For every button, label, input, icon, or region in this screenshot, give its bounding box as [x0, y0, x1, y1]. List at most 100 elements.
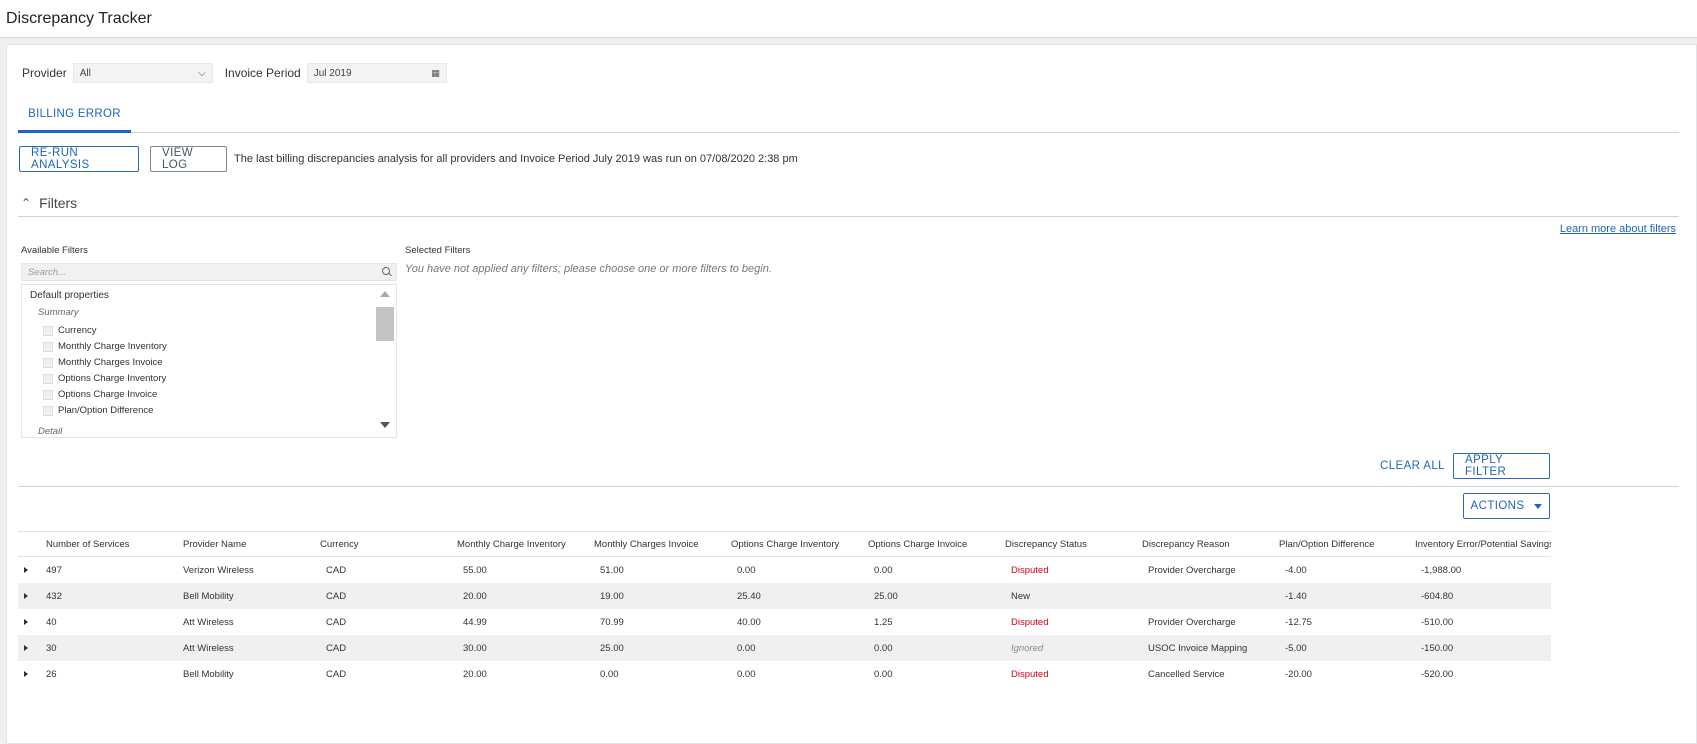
scroll-down-arrow-icon[interactable]: [380, 422, 390, 428]
cell-discrepancy-reason: Cancelled Service: [1148, 668, 1225, 680]
cell-monthly-charge-inventory: 30.00: [463, 642, 487, 654]
cell-potential-savings: -510.00: [1421, 616, 1454, 628]
column-header[interactable]: Monthly Charges Invoice: [594, 539, 731, 550]
filters-section-header[interactable]: ⌃ Filters: [18, 189, 1679, 217]
discrepancy-table: Number of Services Provider Name Currenc…: [18, 531, 1551, 687]
filter-option-label: Monthly Charge Inventory: [58, 341, 167, 352]
checkbox[interactable]: [43, 341, 53, 352]
column-header[interactable]: Options Charge Inventory: [731, 539, 868, 550]
scroll-up-arrow-icon[interactable]: [380, 291, 390, 297]
column-header[interactable]: Number of Services: [46, 539, 183, 550]
checkbox[interactable]: [43, 357, 53, 368]
provider-select[interactable]: All ⌵: [72, 63, 213, 83]
available-filters-label: Available Filters: [21, 245, 88, 256]
checkbox[interactable]: [43, 405, 53, 416]
cell-currency: CAD: [326, 564, 347, 576]
column-header[interactable]: Discrepancy Reason: [1142, 539, 1279, 550]
column-header[interactable]: Discrepancy Status: [1005, 539, 1142, 550]
cell-number-of-services: 26: [46, 668, 57, 680]
column-header[interactable]: Provider Name: [183, 539, 320, 550]
cell-provider-name: Att Wireless: [183, 642, 234, 654]
calendar-icon[interactable]: ▦: [431, 68, 440, 79]
expand-row-icon[interactable]: [18, 643, 46, 654]
cell-discrepancy-reason: Provider Overcharge: [1148, 616, 1236, 628]
filter-option-plan-option-difference[interactable]: Plan/Option Difference: [43, 405, 153, 416]
column-header[interactable]: Inventory Error/Potential Savings: [1415, 539, 1551, 550]
tab-billing-error[interactable]: BILLING ERROR: [18, 97, 131, 133]
cell-discrepancy-status: Ignored: [1011, 642, 1044, 654]
cell-options-charge-inventory: 0.00: [737, 564, 756, 576]
page-title: Discrepancy Tracker: [6, 9, 152, 27]
cell-options-charge-invoice: 0.00: [874, 642, 893, 654]
clear-all-button[interactable]: CLEAR ALL: [1380, 460, 1445, 472]
column-header[interactable]: Options Charge Invoice: [868, 539, 1005, 550]
filter-option-options-charge-inventory[interactable]: Options Charge Inventory: [43, 373, 166, 384]
filter-search-input[interactable]: [26, 265, 356, 279]
actions-label: ACTIONS: [1470, 500, 1525, 512]
expand-row-icon[interactable]: [18, 669, 46, 680]
cell-monthly-charge-inventory: 44.99: [463, 616, 487, 628]
expand-row-icon[interactable]: [18, 617, 46, 628]
main-panel: Provider All ⌵ Invoice Period Jul 2019 ▦…: [6, 44, 1697, 744]
selected-filters-label: Selected Filters: [405, 245, 471, 256]
cell-plan-option-difference: -1.40: [1285, 590, 1307, 602]
table-row[interactable]: 30 Att Wireless CAD 30.00 25.00 0.00 0.0…: [18, 635, 1551, 661]
cell-plan-option-difference: -12.75: [1285, 616, 1312, 628]
cell-monthly-charges-invoice: 51.00: [600, 564, 624, 576]
table-row[interactable]: 432 Bell Mobility CAD 20.00 19.00 25.40 …: [18, 583, 1551, 609]
cell-number-of-services: 432: [46, 590, 62, 602]
chevron-up-icon[interactable]: ⌃: [21, 196, 31, 210]
cell-options-charge-invoice: 25.00: [874, 590, 898, 602]
column-header[interactable]: Plan/Option Difference: [1279, 539, 1415, 550]
checkbox[interactable]: [43, 325, 53, 336]
invoice-period-label: Invoice Period: [224, 66, 301, 80]
group-summary: Summary: [38, 307, 79, 318]
cell-plan-option-difference: -4.00: [1285, 564, 1307, 576]
learn-more-filters-link[interactable]: Learn more about filters: [1560, 223, 1676, 235]
list-heading-default-properties: Default properties: [30, 290, 109, 301]
cell-number-of-services: 40: [46, 616, 57, 628]
column-header[interactable]: Monthly Charge Inventory: [457, 539, 594, 550]
view-log-button[interactable]: VIEW LOG: [150, 146, 227, 172]
cell-provider-name: Bell Mobility: [183, 668, 234, 680]
filter-option-monthly-charge-inventory[interactable]: Monthly Charge Inventory: [43, 341, 167, 352]
cell-number-of-services: 30: [46, 642, 57, 654]
cell-monthly-charge-inventory: 20.00: [463, 590, 487, 602]
checkbox[interactable]: [43, 389, 53, 400]
table-header: Number of Services Provider Name Currenc…: [18, 531, 1551, 557]
table-row[interactable]: 40 Att Wireless CAD 44.99 70.99 40.00 1.…: [18, 609, 1551, 635]
tab-bar: BILLING ERROR: [18, 97, 1679, 133]
filter-option-label: Monthly Charges Invoice: [58, 357, 163, 368]
filter-option-options-charge-invoice[interactable]: Options Charge Invoice: [43, 389, 157, 400]
column-header[interactable]: Currency: [320, 539, 457, 550]
table-row[interactable]: 26 Bell Mobility CAD 20.00 0.00 0.00 0.0…: [18, 661, 1551, 687]
scroll-thumb[interactable]: [376, 307, 394, 341]
table-row[interactable]: 497 Verizon Wireless CAD 55.00 51.00 0.0…: [18, 557, 1551, 583]
rerun-analysis-button[interactable]: RE-RUN ANALYSIS: [19, 146, 139, 172]
filter-list-scrollbar[interactable]: [374, 285, 396, 437]
cell-discrepancy-status: Disputed: [1011, 616, 1049, 628]
search-icon[interactable]: [382, 267, 392, 277]
top-bar: Discrepancy Tracker: [0, 0, 1697, 38]
apply-filter-button[interactable]: APPLY FILTER: [1453, 453, 1550, 479]
cell-monthly-charge-inventory: 55.00: [463, 564, 487, 576]
cell-discrepancy-status: New: [1011, 590, 1031, 602]
filter-option-monthly-charges-invoice[interactable]: Monthly Charges Invoice: [43, 357, 163, 368]
filter-option-currency[interactable]: Currency: [43, 325, 97, 336]
filters-title: Filters: [39, 194, 78, 211]
actions-dropdown-button[interactable]: ACTIONS: [1463, 493, 1550, 519]
invoice-period-input[interactable]: Jul 2019 ▦: [306, 63, 447, 83]
invoice-period-value: Jul 2019: [313, 67, 352, 79]
cell-potential-savings: -604.80: [1421, 590, 1454, 602]
cell-monthly-charges-invoice: 25.00: [600, 642, 624, 654]
filter-option-label: Currency: [58, 325, 97, 336]
cell-provider-name: Att Wireless: [183, 616, 234, 628]
cell-potential-savings: -1,988.00: [1421, 564, 1462, 576]
expand-row-icon[interactable]: [18, 565, 46, 576]
cell-plan-option-difference: -5.00: [1285, 642, 1307, 654]
cell-monthly-charges-invoice: 19.00: [600, 590, 624, 602]
expand-row-icon[interactable]: [18, 591, 46, 602]
cell-plan-option-difference: -20.00: [1285, 668, 1312, 680]
cell-discrepancy-reason: Provider Overcharge: [1148, 564, 1236, 576]
checkbox[interactable]: [43, 373, 53, 384]
